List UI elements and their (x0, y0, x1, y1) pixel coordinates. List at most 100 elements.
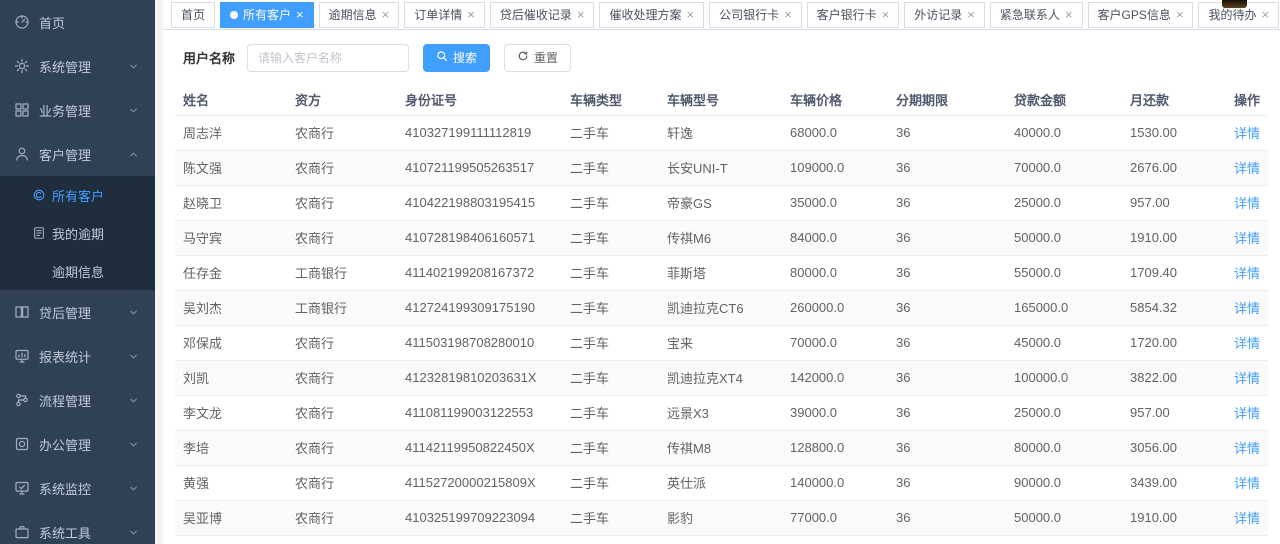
loan-icon (14, 304, 30, 320)
sidebar-item-9[interactable]: 流程管理 (0, 378, 155, 422)
detail-link[interactable]: 详情 (1234, 161, 1260, 176)
table-cell: 25000.0 (1006, 395, 1122, 430)
table-cell: 260000.0 (782, 290, 888, 325)
customer-table: 姓名资方身份证号车辆类型车辆型号车辆价格分期期限贷款金额月还款操作 周志洋农商行… (175, 85, 1268, 544)
chevron-down-icon (128, 527, 139, 538)
sidebar-item-8[interactable]: 报表统计 (0, 334, 155, 378)
detail-link[interactable]: 详情 (1234, 266, 1260, 281)
tab-1[interactable]: 所有客户× (220, 2, 314, 28)
table-cell: 二手车 (562, 115, 659, 150)
sidebar-scrollbar[interactable] (155, 0, 163, 544)
chevron-up-icon (128, 149, 139, 160)
tab-close-icon[interactable]: × (1261, 8, 1269, 21)
sidebar-item-6[interactable]: 逾期信息 (0, 252, 155, 290)
office-icon (14, 436, 30, 452)
table-cell: 马守宾 (175, 220, 287, 255)
table-row: 陈文强农商行410721199505263517二手车长安UNI-T109000… (175, 150, 1268, 185)
table-cell: 二手车 (562, 255, 659, 290)
tab-close-icon[interactable]: × (784, 8, 792, 21)
detail-link[interactable]: 详情 (1234, 196, 1260, 211)
table-cell (175, 535, 287, 544)
detail-link[interactable]: 详情 (1234, 301, 1260, 316)
sidebar-item-2[interactable]: 业务管理 (0, 88, 155, 132)
tab-0[interactable]: 首页× (171, 2, 215, 28)
tab-close-icon[interactable]: × (1065, 8, 1073, 21)
tab-7[interactable]: 客户银行卡 × (807, 2, 900, 28)
table-cell: 农商行 (287, 185, 397, 220)
sidebar-item-7[interactable]: 贷后管理 (0, 290, 155, 334)
table-cell: 农商行 (287, 150, 397, 185)
tab-10[interactable]: 客户GPS信息× (1088, 2, 1194, 28)
table-cell: 2676.00 (1122, 150, 1212, 185)
reset-button[interactable]: 重置 (504, 44, 571, 72)
table-cell: 412724199309175190 (397, 290, 562, 325)
tab-9[interactable]: 紧急联系人× (990, 2, 1083, 28)
tab-close-icon[interactable]: × (467, 8, 475, 21)
detail-link[interactable]: 详情 (1234, 406, 1260, 421)
table-cell: 55000.0 (1006, 255, 1122, 290)
table-cell: 40000.0 (1006, 115, 1122, 150)
tab-close-icon[interactable]: × (1176, 8, 1184, 21)
gear-icon (14, 58, 30, 74)
sidebar-menu: 首页系统管理业务管理客户管理所有客户我的逾期逾期信息贷后管理报表统计流程管理办公… (0, 0, 155, 544)
tab-label: 客户银行卡 (817, 6, 877, 23)
table-cell: 36 (888, 220, 1006, 255)
table-cell: 二手车 (562, 290, 659, 325)
sidebar-item-10[interactable]: 办公管理 (0, 422, 155, 466)
column-header-2: 身份证号 (397, 85, 562, 115)
sidebar-item-5[interactable]: 我的逾期 (0, 214, 155, 252)
tab-label: 公司银行卡 (719, 6, 779, 23)
table-cell: 35000.0 (782, 185, 888, 220)
sidebar-item-label: 首页 (39, 13, 65, 32)
detail-link[interactable]: 详情 (1234, 371, 1260, 386)
tab-label: 首页 (181, 6, 205, 23)
table-cell (397, 535, 562, 544)
sidebar-item-label: 客户管理 (39, 145, 91, 164)
tab-5[interactable]: 催收处理方案× (599, 2, 704, 28)
tab-label: 贷后催收记录 (500, 6, 572, 23)
tab-close-icon[interactable]: × (967, 8, 975, 21)
sidebar-item-3[interactable]: 客户管理 (0, 132, 155, 176)
sidebar-item-12[interactable]: 系统工具 (0, 510, 155, 544)
avatar-fragment (1222, 0, 1247, 8)
sidebar-item-11[interactable]: 系统监控 (0, 466, 155, 510)
tab-close-icon[interactable]: × (686, 8, 694, 21)
tab-close-icon[interactable]: × (577, 8, 585, 21)
customer-name-input[interactable] (247, 44, 409, 72)
tab-2[interactable]: 逾期信息× (319, 2, 400, 28)
report-icon (14, 348, 30, 364)
table-cell: 传祺M8 (659, 430, 782, 465)
table-cell: 农商行 (287, 465, 397, 500)
table-cell: 吴刘杰 (175, 290, 287, 325)
table-cell: 吴亚博 (175, 500, 287, 535)
table-cell: 36 (888, 255, 1006, 290)
table-cell: 轩逸 (659, 115, 782, 150)
sidebar-item-1[interactable]: 系统管理 (0, 44, 155, 88)
detail-link[interactable]: 详情 (1234, 476, 1260, 491)
search-icon (436, 50, 448, 65)
detail-link[interactable]: 详情 (1234, 126, 1260, 141)
tab-close-icon[interactable]: × (296, 8, 304, 21)
table-row: 周志洋农商行410327199111112819二手车轩逸68000.03640… (175, 115, 1268, 150)
sidebar-item-0[interactable]: 首页 (0, 0, 155, 44)
search-button[interactable]: 搜索 (423, 44, 490, 72)
detail-link[interactable]: 详情 (1234, 441, 1260, 456)
table-cell: 农商行 (287, 325, 397, 360)
detail-link[interactable]: 详情 (1234, 336, 1260, 351)
tab-close-icon[interactable]: × (382, 8, 390, 21)
tab-3[interactable]: 订单详情× (404, 2, 485, 28)
tab-4[interactable]: 贷后催收记录 × (490, 2, 595, 28)
table-header-row: 姓名资方身份证号车辆类型车辆型号车辆价格分期期限贷款金额月还款操作 (175, 85, 1268, 115)
tab-8[interactable]: 外访记录× (904, 2, 985, 28)
sidebar-item-label: 系统工具 (39, 523, 91, 542)
detail-link[interactable]: 详情 (1234, 231, 1260, 246)
detail-link[interactable]: 详情 (1234, 511, 1260, 526)
tab-close-icon[interactable]: × (882, 8, 890, 21)
sidebar-item-label: 系统管理 (39, 57, 91, 76)
tab-6[interactable]: 公司银行卡 × (709, 2, 802, 28)
table-cell: 100000.0 (1006, 360, 1122, 395)
table-cell: 二手车 (562, 360, 659, 395)
table-row: 李培农商行41142119950822450X二手车传祺M8128800.036… (175, 430, 1268, 465)
column-header-0: 姓名 (175, 85, 287, 115)
sidebar-item-4[interactable]: 所有客户 (0, 176, 155, 214)
